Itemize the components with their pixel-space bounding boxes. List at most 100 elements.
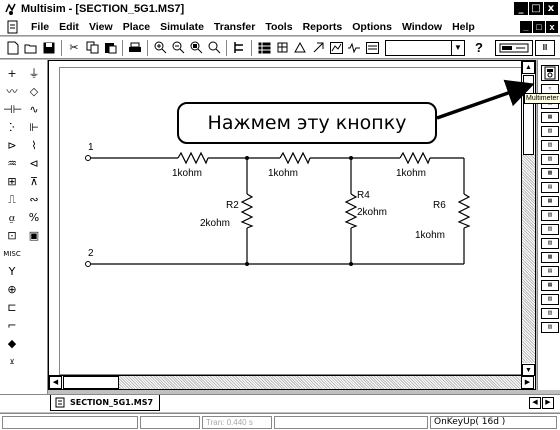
ladder-icon[interactable]: ⌐ (3, 318, 21, 334)
tab-scroll-right-button[interactable]: ▶ (542, 397, 554, 409)
transistors-icon[interactable]: ⴾ (3, 120, 21, 136)
help-button[interactable]: ? (471, 40, 487, 55)
controls-icon[interactable]: Y (3, 264, 21, 280)
tab-section-5g1[interactable]: SECTION_5G1.MS7 (50, 395, 161, 411)
current-probe-icon[interactable]: ▦ (541, 280, 559, 291)
four-channel-scope-icon[interactable]: ▨ (541, 322, 559, 333)
bode-plotter-icon[interactable]: ▧ (541, 126, 559, 137)
menu-reports[interactable]: Reports (298, 21, 348, 33)
chevron-down-icon[interactable]: ▼ (451, 40, 464, 55)
basic-icon[interactable]: 〰 (3, 84, 21, 100)
zoom-area-icon[interactable] (188, 40, 204, 56)
menu-tools[interactable]: Tools (260, 21, 297, 33)
menu-file[interactable]: File (26, 21, 54, 33)
zoom-in-icon[interactable] (152, 40, 168, 56)
description-icon[interactable] (364, 40, 380, 56)
agilent-icon[interactable]: ▩ (541, 252, 559, 263)
menu-edit[interactable]: Edit (54, 21, 84, 33)
menu-place[interactable]: Place (118, 21, 155, 33)
scroll-track[interactable] (119, 376, 521, 389)
misc-virtual-icon[interactable]: % (25, 210, 43, 226)
mdi-restore-button[interactable]: □ (533, 21, 545, 33)
virtual-icon[interactable]: ◇ (25, 84, 43, 100)
capacitor-virtual-icon[interactable]: ⊩ (25, 120, 43, 136)
minimize-button[interactable]: _ (514, 2, 528, 15)
zoom-out-icon[interactable] (170, 40, 186, 56)
frequency-counter-icon[interactable]: ▨ (541, 238, 559, 249)
menu-simulate[interactable]: Simulate (155, 21, 209, 33)
paste-icon[interactable] (102, 40, 118, 56)
ttl-icon[interactable]: ♒ (3, 156, 21, 172)
distortion-analyzer-icon[interactable]: ▤ (541, 182, 559, 193)
zoom-fit-icon[interactable] (206, 40, 222, 56)
inductor-virtual-icon[interactable]: ⌇ (25, 138, 43, 154)
database-icon[interactable] (274, 40, 290, 56)
logic-virtual-icon[interactable]: ⊼ (25, 174, 43, 190)
scroll-thumb[interactable] (523, 75, 534, 155)
spectrum-analyzer-icon[interactable]: ▦ (541, 196, 559, 207)
menu-transfer[interactable]: Transfer (209, 21, 260, 33)
measurement-virtual-icon[interactable]: ∾ (25, 192, 43, 208)
ground-icon[interactable]: ⏚ (25, 66, 43, 82)
rf-icon[interactable]: ⊕ (3, 282, 21, 298)
grapher-icon[interactable] (328, 40, 344, 56)
tektronix-icon[interactable]: ▤ (541, 266, 559, 277)
word-generator-icon[interactable]: ▥ (541, 140, 559, 151)
component-wizard-icon[interactable] (292, 40, 308, 56)
menu-help[interactable]: Help (447, 21, 480, 33)
display-virtual-icon[interactable]: ▣ (25, 228, 43, 244)
scroll-right-button[interactable]: ▶ (521, 376, 534, 389)
vertical-scrollbar[interactable]: ▲ ▼ (521, 61, 535, 377)
diodes-icon[interactable]: ⊣⊢ (3, 102, 22, 118)
open-icon[interactable] (23, 40, 39, 56)
measurement-probe-icon[interactable]: ▥ (541, 308, 559, 319)
cmos-icon[interactable]: ⊞ (3, 174, 21, 190)
switch-virtual-icon[interactable]: ⊲ (25, 156, 43, 172)
mdi-close-button[interactable]: x (546, 21, 558, 33)
save-icon[interactable] (41, 40, 57, 56)
new-icon[interactable] (5, 40, 21, 56)
sources-icon[interactable]: + (3, 66, 21, 82)
copy-icon[interactable] (84, 40, 100, 56)
resistor-virtual-icon[interactable]: ∿ (25, 102, 43, 118)
bus-icon[interactable]: ⊻ (3, 354, 21, 370)
indicators-icon[interactable]: ⊡ (3, 228, 21, 244)
spreadsheet-icon[interactable] (256, 40, 272, 56)
menu-window[interactable]: Window (397, 21, 447, 33)
cut-icon[interactable]: ✂ (66, 40, 82, 56)
hierarchical-block-icon[interactable]: ◆ (3, 336, 21, 352)
menu-options[interactable]: Options (347, 21, 397, 33)
scroll-up-button[interactable]: ▲ (522, 61, 535, 74)
tab-scroll-left-button[interactable]: ◀ (529, 397, 541, 409)
close-button[interactable]: x (544, 2, 558, 15)
scroll-track[interactable] (522, 155, 535, 363)
misc-digital-icon[interactable]: ⎍ (3, 192, 21, 208)
network-analyzer-icon[interactable]: ▧ (541, 210, 559, 221)
simulate-switch[interactable] (495, 39, 533, 56)
pause-button[interactable]: II (535, 39, 555, 56)
hierarchy-icon[interactable] (231, 40, 247, 56)
status-cell (2, 416, 138, 429)
scroll-left-button[interactable]: ◀ (49, 376, 62, 389)
misc-icon[interactable]: MISC (3, 246, 21, 262)
mdi-minimize-button[interactable]: _ (520, 21, 532, 33)
mixed-icon[interactable]: ⍶ (3, 210, 21, 226)
labview-icon[interactable]: ▧ (541, 294, 559, 305)
analog-icon[interactable]: ⊳ (3, 138, 21, 154)
maximize-button[interactable]: □ (529, 2, 543, 15)
scroll-thumb[interactable] (63, 376, 119, 389)
oscilloscope-icon[interactable]: ▦ (541, 112, 559, 123)
document-icon[interactable] (6, 20, 20, 34)
print-icon[interactable] (127, 40, 143, 56)
analysis-icon[interactable] (346, 40, 362, 56)
logic-converter-icon[interactable]: ▩ (541, 168, 559, 179)
multimeter-icon[interactable] (541, 65, 559, 81)
menu-view[interactable]: View (84, 21, 118, 33)
multimeter-tooltip: Multimeter (524, 93, 560, 104)
iv-analyzer-icon[interactable]: ▥ (541, 224, 559, 235)
logic-analyzer-icon[interactable]: ▨ (541, 154, 559, 165)
in-use-list-dropdown[interactable]: ▼ (385, 39, 465, 56)
horizontal-scrollbar[interactable]: ◀ ▶ (49, 375, 535, 389)
postprocessor-icon[interactable] (310, 40, 326, 56)
electromech-icon[interactable]: ⊏ (3, 300, 21, 316)
